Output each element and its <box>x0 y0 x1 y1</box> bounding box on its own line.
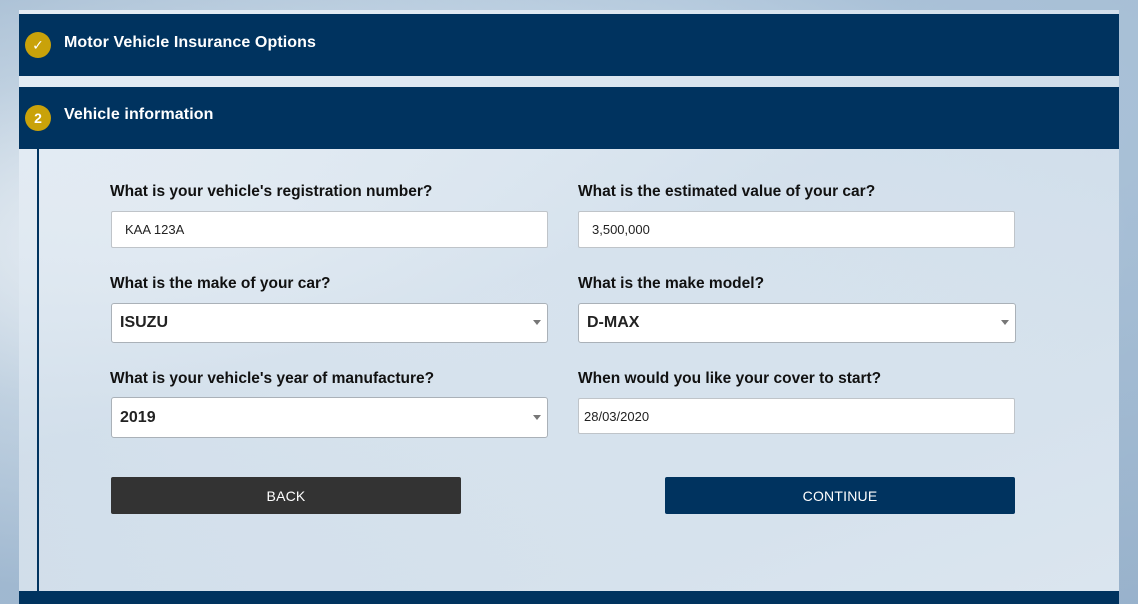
cover-start-date-input[interactable]: 28/03/2020 <box>578 398 1015 434</box>
year-of-manufacture-label: What is your vehicle's year of manufactu… <box>110 370 435 387</box>
car-make-label: What is the make of your car? <box>110 275 331 292</box>
car-model-label: What is the make model? <box>578 275 765 292</box>
car-make-selected-value: ISUZU <box>120 314 168 331</box>
step-title: Vehicle information <box>64 106 214 123</box>
chevron-down-icon <box>533 414 541 420</box>
car-model-selected-value: D-MAX <box>587 314 640 331</box>
car-model-select[interactable]: D-MAX <box>578 303 1016 343</box>
car-make-select[interactable]: ISUZU <box>111 303 548 343</box>
estimated-value-input[interactable]: 3,500,000 <box>578 211 1015 248</box>
step-title: Motor Vehicle Insurance Options <box>64 34 317 51</box>
cover-start-date-value: 28/03/2020 <box>584 408 650 424</box>
year-selected-value: 2019 <box>120 408 156 426</box>
estimated-value-value: 3,500,000 <box>592 222 650 237</box>
registration-number-label: What is your vehicle's registration numb… <box>110 183 433 200</box>
estimated-value-label: What is the estimated value of your car? <box>578 183 876 200</box>
next-step-header[interactable] <box>19 591 1119 604</box>
chevron-down-icon <box>533 320 541 325</box>
continue-button[interactable]: CONTINUE <box>665 477 1015 514</box>
step-header-insurance-options[interactable]: ✓ Motor Vehicle Insurance Options <box>19 14 1119 76</box>
step-header-vehicle-information[interactable]: 2 Vehicle information <box>19 87 1119 149</box>
registration-number-value: KAA 123A <box>125 222 185 237</box>
cover-start-label: When would you like your cover to start? <box>578 370 882 387</box>
step-completed-check-icon: ✓ <box>25 32 51 58</box>
registration-number-input[interactable]: KAA 123A <box>111 211 548 248</box>
chevron-down-icon <box>1001 320 1009 325</box>
back-button[interactable]: BACK <box>111 477 461 514</box>
step-number-badge: 2 <box>25 105 51 131</box>
step-timeline-line <box>37 149 39 591</box>
year-of-manufacture-select[interactable]: 2019 <box>111 397 548 438</box>
